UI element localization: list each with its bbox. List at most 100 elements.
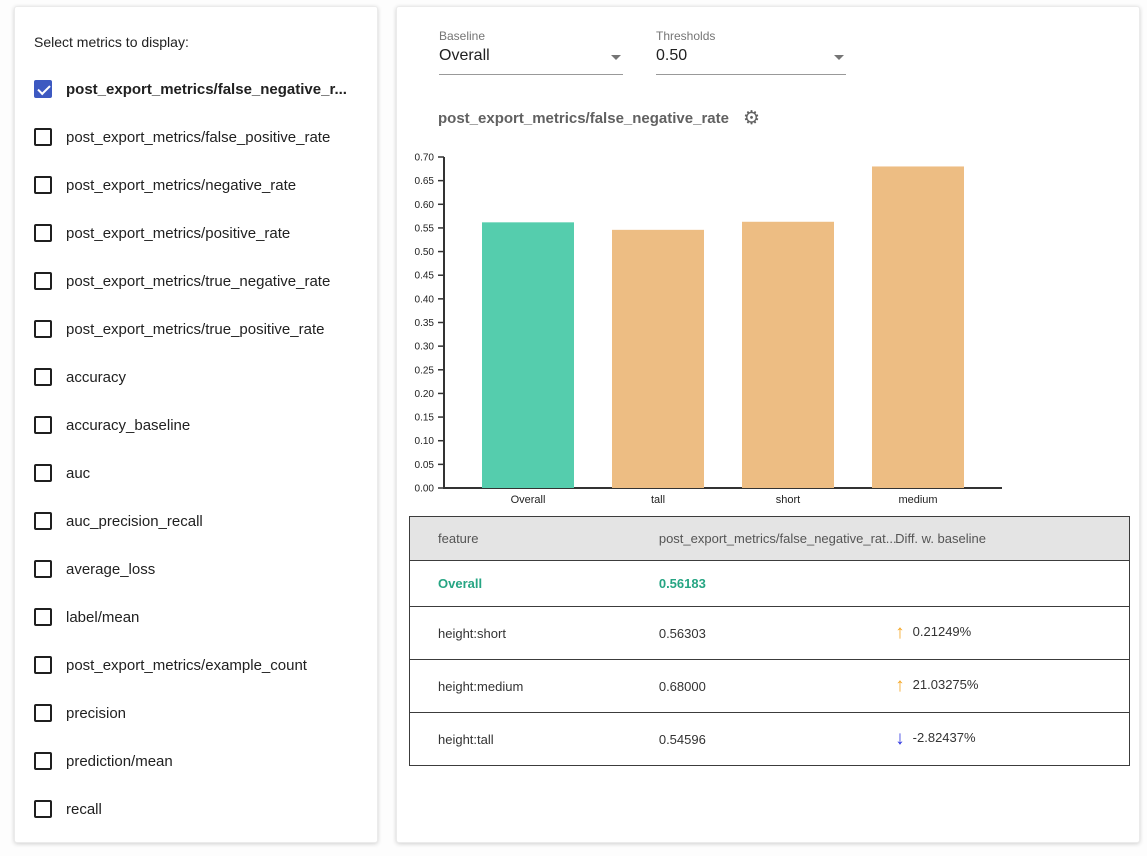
thresholds-valuebox[interactable]: 0.50 (656, 43, 846, 75)
arrow-up-icon: ↑ (895, 622, 905, 643)
x-tick-label: short (776, 494, 800, 506)
metric-checkbox-item[interactable]: post_export_metrics/true_positive_rate (15, 305, 377, 353)
metrics-selector-panel: Select metrics to display: post_export_m… (14, 6, 378, 843)
chevron-down-icon[interactable] (834, 55, 844, 60)
checkbox-unchecked-icon[interactable] (34, 464, 52, 482)
metric-label: average_loss (66, 561, 155, 578)
metric-checkbox-item[interactable]: post_export_metrics/false_negative_r... (15, 65, 377, 113)
metric-value-cell: 0.68000 (659, 660, 895, 713)
svg-text:0.60: 0.60 (415, 200, 435, 211)
x-tick-label: medium (898, 494, 937, 506)
fairness-indicators-page: Select metrics to display: post_export_m… (0, 0, 1147, 856)
svg-text:0.35: 0.35 (415, 318, 435, 329)
thresholds-value[interactable]: 0.50 (656, 47, 687, 64)
metric-label: auc (66, 465, 90, 482)
checkbox-unchecked-icon[interactable] (34, 176, 52, 194)
metric-label: prediction/mean (66, 753, 173, 770)
checkbox-checked-icon[interactable] (34, 80, 52, 98)
metric-checkbox-item[interactable]: post_export_metrics/false_positive_rate (15, 113, 377, 161)
baseline-select[interactable]: Baseline Overall (439, 29, 623, 75)
metric-label: post_export_metrics/negative_rate (66, 177, 296, 194)
checkbox-unchecked-icon[interactable] (34, 800, 52, 818)
checkbox-unchecked-icon[interactable] (34, 608, 52, 626)
table-header-cell: Diff. w. baseline (895, 517, 1129, 561)
svg-text:0.30: 0.30 (415, 342, 435, 353)
checkbox-unchecked-icon[interactable] (34, 224, 52, 242)
metric-value-cell: 0.56303 (659, 607, 895, 660)
checkbox-unchecked-icon[interactable] (34, 320, 52, 338)
metric-checkbox-item[interactable]: prediction/mean (15, 737, 377, 785)
metric-list: post_export_metrics/false_negative_r...p… (15, 65, 377, 833)
metric-label: precision (66, 705, 126, 722)
metric-checkbox-item[interactable]: average_loss (15, 545, 377, 593)
metric-value-cell: 0.54596 (659, 713, 895, 766)
metric-label: post_export_metrics/example_count (66, 657, 307, 674)
feature-cell: height:tall (410, 713, 659, 766)
table-header-cell: post_export_metrics/false_negative_rat..… (659, 517, 895, 561)
checkbox-unchecked-icon[interactable] (34, 656, 52, 674)
baseline-value[interactable]: Overall (439, 47, 490, 64)
feature-cell: height:short (410, 607, 659, 660)
metrics-table: featurepost_export_metrics/false_negativ… (409, 516, 1130, 766)
checkbox-unchecked-icon[interactable] (34, 512, 52, 530)
thresholds-select[interactable]: Thresholds 0.50 (656, 29, 846, 75)
metric-label: post_export_metrics/positive_rate (66, 225, 290, 242)
metric-label: accuracy (66, 369, 126, 386)
metric-checkbox-item[interactable]: post_export_metrics/true_negative_rate (15, 257, 377, 305)
chevron-down-icon[interactable] (611, 55, 621, 60)
diff-cell: ↑ 21.03275% (895, 660, 1129, 713)
table-row: Overall0.56183 (410, 561, 1130, 607)
checkbox-unchecked-icon[interactable] (34, 368, 52, 386)
table-row: height:medium0.68000↑21.03275% (410, 660, 1130, 713)
svg-text:0.25: 0.25 (415, 365, 435, 376)
metric-checkbox-item[interactable]: auc_precision_recall (15, 497, 377, 545)
metric-label: post_export_metrics/false_positive_rate (66, 129, 330, 146)
metric-checkbox-item[interactable]: accuracy (15, 353, 377, 401)
diff-cell (895, 561, 1129, 607)
metric-checkbox-item[interactable]: auc (15, 449, 377, 497)
metric-checkbox-item[interactable]: precision (15, 689, 377, 737)
metric-label: accuracy_baseline (66, 417, 190, 434)
arrow-down-icon: ↓ (895, 728, 905, 749)
svg-text:0.05: 0.05 (415, 460, 435, 471)
metric-checkbox-item[interactable]: label/mean (15, 593, 377, 641)
chart-header: post_export_metrics/false_negative_rate … (438, 109, 760, 128)
svg-text:0.70: 0.70 (415, 153, 435, 164)
thresholds-label: Thresholds (656, 29, 846, 43)
svg-text:0.10: 0.10 (415, 436, 435, 447)
checkbox-unchecked-icon[interactable] (34, 416, 52, 434)
metric-label: post_export_metrics/true_positive_rate (66, 321, 324, 338)
checkbox-unchecked-icon[interactable] (34, 560, 52, 578)
diff-value: 21.03275% (913, 677, 979, 692)
feature-cell: Overall (410, 561, 659, 607)
metrics-table-header: featurepost_export_metrics/false_negativ… (410, 517, 1130, 561)
chart-title: post_export_metrics/false_negative_rate (438, 110, 729, 127)
metric-checkbox-item[interactable]: recall (15, 785, 377, 833)
svg-text:0.20: 0.20 (415, 389, 435, 400)
baseline-valuebox[interactable]: Overall (439, 43, 623, 75)
checkbox-unchecked-icon[interactable] (34, 704, 52, 722)
metric-checkbox-item[interactable]: post_export_metrics/negative_rate (15, 161, 377, 209)
checkbox-unchecked-icon[interactable] (34, 128, 52, 146)
metric-checkbox-item[interactable]: accuracy_baseline (15, 401, 377, 449)
bar-Overall (482, 222, 574, 488)
metric-checkbox-item[interactable]: post_export_metrics/example_count (15, 641, 377, 689)
metric-checkbox-item[interactable]: post_export_metrics/positive_rate (15, 209, 377, 257)
svg-text:0.15: 0.15 (415, 413, 435, 424)
bar-short (742, 222, 834, 488)
arrow-up-icon: ↑ (895, 675, 905, 696)
svg-text:0.55: 0.55 (415, 223, 435, 234)
bar-medium (872, 166, 964, 488)
metric-label: recall (66, 801, 102, 818)
bar-chart-svg: 0.000.050.100.150.200.250.300.350.400.45… (402, 147, 1032, 519)
settings-gear-icon[interactable]: ⚙ (743, 109, 760, 128)
checkbox-unchecked-icon[interactable] (34, 752, 52, 770)
svg-text:0.40: 0.40 (415, 294, 435, 305)
checkbox-unchecked-icon[interactable] (34, 272, 52, 290)
metric-label: post_export_metrics/false_negative_r... (66, 81, 347, 98)
metric-label: post_export_metrics/true_negative_rate (66, 273, 330, 290)
svg-text:0.00: 0.00 (415, 484, 435, 495)
diff-value: 0.21249% (913, 624, 972, 639)
table-row: height:tall0.54596↓-2.82437% (410, 713, 1130, 766)
svg-text:0.50: 0.50 (415, 247, 435, 258)
